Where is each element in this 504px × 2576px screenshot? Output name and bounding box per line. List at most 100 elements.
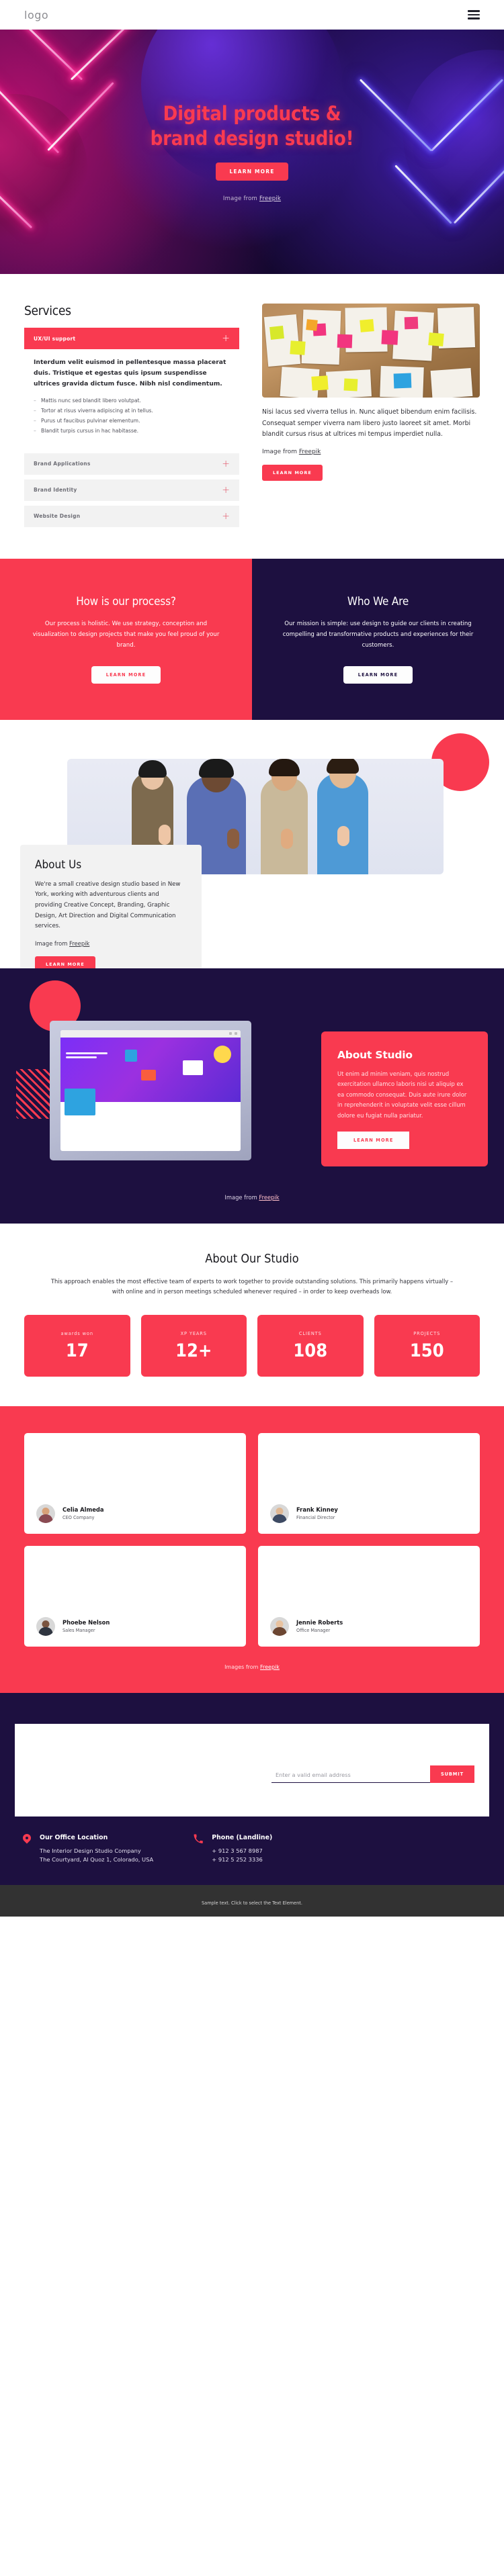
testimonial-card: Celia Almeda CEO Company — [24, 1432, 246, 1534]
accordion-label: Brand Applications — [34, 461, 91, 467]
about-studio-section: About Studio Ut enim ad minim veniam, qu… — [0, 968, 504, 1224]
studio-laptop-mockup — [50, 1020, 251, 1160]
freepik-link[interactable]: Freepik — [259, 195, 281, 202]
services-learn-more-button[interactable]: LEARN MORE — [262, 464, 323, 481]
avatar — [36, 1616, 55, 1636]
split-section: How is our process? Our process is holis… — [0, 558, 504, 720]
accordion-item-brand-identity: Brand Identity + — [24, 479, 239, 501]
about-us-card: About Us We're a small creative design s… — [20, 844, 202, 987]
testimonial-name: Phoebe Nelson — [62, 1619, 110, 1626]
services-image — [262, 304, 480, 398]
office-title: Our Office Location — [40, 1833, 108, 1841]
stat-label: PROJECTS — [413, 1331, 441, 1337]
freepik-link[interactable]: Freepik — [259, 1194, 279, 1201]
about-us-heading: About Us — [35, 858, 82, 872]
services-accordion-column: Services UX/UI support + Interdum velit … — [24, 304, 239, 532]
office-line-1: The Interior Design Studio Company — [40, 1847, 141, 1854]
hero-title: Digital products & brand design studio! — [151, 101, 354, 150]
stat-value: 108 — [293, 1340, 328, 1362]
services-image-credit: Image from Freepik — [262, 449, 480, 455]
who-we-are-text: Our mission is simple: use design to gui… — [282, 620, 474, 649]
freepik-link[interactable]: Freepik — [69, 940, 89, 947]
testimonial-card: Phoebe Nelson Sales Manager — [24, 1545, 246, 1647]
map-pin-icon — [23, 1834, 31, 1845]
process-text: Our process is holistic. We use strategy… — [32, 620, 220, 649]
list-item: Tortor at risus viverra adipiscing at in… — [34, 406, 230, 416]
stat-value: 150 — [409, 1340, 444, 1362]
credit-prefix: Image from — [224, 1193, 259, 1201]
accordion-header-uxui[interactable]: UX/UI support + — [24, 328, 239, 349]
about-studio-card: About Studio Ut enim ad minim veniam, qu… — [321, 1031, 488, 1167]
accordion-item-brand-applications: Brand Applications + — [24, 453, 239, 475]
plus-icon[interactable]: + — [222, 334, 230, 343]
testimonial-name: Jennie Roberts — [296, 1619, 343, 1626]
hero-section: Digital products & brand design studio! … — [0, 30, 504, 274]
phone-line-2: + 912 5 252 3336 — [212, 1856, 263, 1864]
stat-label: XP YEARS — [180, 1331, 207, 1337]
accordion-body-uxui: Interdum velit euismod in pellentesque m… — [24, 349, 239, 438]
hero-title-line-1: Digital products & — [163, 101, 341, 125]
email-field[interactable] — [271, 1767, 430, 1783]
avatar — [270, 1504, 289, 1523]
plus-icon[interactable]: + — [222, 512, 230, 521]
testimonials-image-credit: Images from Freepik — [24, 1664, 480, 1670]
testimonial-role: Office Manager — [296, 1628, 331, 1634]
credit-prefix: Image from — [262, 448, 299, 455]
footer-contact-columns: Our Office Location The Interior Design … — [15, 1834, 489, 1865]
avatar — [270, 1616, 289, 1636]
process-learn-more-button[interactable]: LEARN MORE — [91, 665, 161, 684]
accordion-body-text: Interdum velit euismod in pellentesque m… — [34, 359, 226, 387]
accordion-label: UX/UI support — [34, 335, 76, 342]
list-item: Purus ut faucibus pulvinar elementum. — [34, 416, 230, 426]
accordion-header-website-design[interactable]: Website Design + — [24, 505, 239, 527]
testimonials-grid: Celia Almeda CEO Company Frank Kinney Fi… — [24, 1432, 480, 1647]
hero-image-credit: Image from Freepik — [223, 195, 281, 202]
who-we-are-learn-more-button[interactable]: LEARN MORE — [343, 665, 413, 684]
testimonial-name: Frank Kinney — [296, 1506, 338, 1514]
phone-title: Phone (Landline) — [212, 1833, 273, 1841]
list-item: Mattis nunc sed blandit libero volutpat. — [34, 396, 230, 406]
who-we-are-panel: Who We Are Our mission is simple: use de… — [252, 558, 504, 720]
accordion-header-brand-applications[interactable]: Brand Applications + — [24, 453, 239, 475]
subscribe-form: SUBMIT — [271, 1765, 474, 1783]
stat-value: 12+ — [175, 1340, 212, 1362]
services-content-column: Nisi lacus sed viverra tellus in. Nunc a… — [262, 304, 480, 532]
stat-value: 17 — [65, 1340, 89, 1362]
freepik-link[interactable]: Freepik — [299, 449, 321, 455]
site-header: logo — [0, 0, 504, 30]
plus-icon[interactable]: + — [222, 486, 230, 495]
process-heading: How is our process? — [76, 594, 176, 608]
site-footer: SUBMIT Our Office Location The Interior … — [0, 1692, 504, 1885]
hero-title-line-2: brand design studio! — [150, 126, 354, 150]
freepik-link[interactable]: Freepik — [260, 1664, 280, 1670]
process-panel: How is our process? Our process is holis… — [0, 558, 252, 720]
testimonials-section: Celia Almeda CEO Company Frank Kinney Fi… — [0, 1406, 504, 1693]
accordion-header-brand-identity[interactable]: Brand Identity + — [24, 479, 239, 501]
site-logo[interactable]: logo — [24, 9, 48, 21]
hamburger-menu-icon[interactable] — [468, 10, 480, 19]
phone-line-1: + 912 3 567 8987 — [212, 1847, 263, 1854]
footer-sample-text[interactable]: Sample text. Click to select the Text El… — [202, 1900, 302, 1906]
plus-icon[interactable]: + — [222, 459, 230, 469]
footer-office-block: Our Office Location The Interior Design … — [23, 1834, 153, 1865]
about-us-text: We're a small creative design studio bas… — [35, 880, 181, 930]
about-us-section: About Us We're a small creative design s… — [0, 719, 504, 987]
accordion-item-uxui: UX/UI support + Interdum velit euismod i… — [24, 328, 239, 438]
stat-label: awards won — [60, 1331, 93, 1337]
stats-paragraph: This approach enables the most effective… — [50, 1277, 454, 1295]
testimonial-card: Frank Kinney Financial Director — [258, 1432, 480, 1534]
testimonial-role: CEO Company — [62, 1515, 95, 1521]
studio-learn-more-button[interactable]: LEARN MORE — [337, 1132, 410, 1150]
submit-button[interactable]: SUBMIT — [429, 1765, 474, 1783]
credit-prefix: Image from — [222, 195, 259, 203]
accordion-item-website-design: Website Design + — [24, 505, 239, 527]
browser-plus-icon — [229, 1032, 232, 1036]
stats-section: About Our Studio This approach enables t… — [0, 1223, 504, 1406]
stat-card-xp-years: XP YEARS 12+ — [140, 1314, 247, 1377]
accordion-bullet-list: Mattis nunc sed blandit libero volutpat.… — [34, 396, 230, 436]
who-we-are-heading: Who We Are — [347, 594, 409, 608]
stats-heading: About Our Studio — [205, 1251, 299, 1266]
accordion-label: Website Design — [34, 513, 81, 520]
credit-prefix: Images from — [224, 1663, 260, 1670]
hero-learn-more-button[interactable]: LEARN MORE — [216, 163, 288, 181]
